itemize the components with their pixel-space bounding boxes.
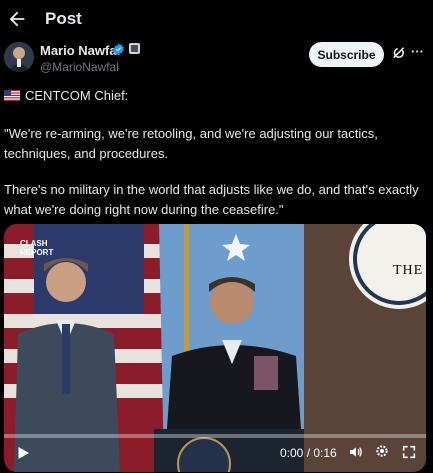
verified-badge-icon [113,43,124,56]
video-progress-bar[interactable] [4,434,426,438]
backdrop-sign-text: THE [393,263,424,278]
more-options-icon[interactable]: ··· [411,44,429,60]
video-timestamp: 0:00 / 0:16 [280,446,337,460]
author-name[interactable]: Mario Nawfal [40,43,120,58]
arrow-left-icon[interactable] [6,8,28,30]
post-text-quote1: "We're re-arming, we're retooling, and w… [4,126,378,161]
post-text-quote2: There's no military in the world that ad… [4,182,419,217]
gear-icon[interactable] [374,443,390,459]
author-handle[interactable]: @MarioNawfal [40,60,119,74]
top-bar: Post [0,0,433,38]
post-first-line: CENTCOM Chief: [4,88,128,103]
avatar[interactable] [4,42,34,72]
volume-icon[interactable] [348,444,364,460]
us-flag-icon [4,90,20,101]
subscribe-button[interactable]: Subscribe [309,42,384,67]
affiliation-badge-icon [129,43,140,54]
video-player[interactable]: CLASH REPORT THE 0:00 / 0:16 [4,224,426,472]
post-text-line1: CENTCOM Chief: [25,88,129,103]
fullscreen-icon[interactable] [401,444,417,460]
grok-icon[interactable] [391,45,407,61]
play-icon[interactable] [14,444,32,462]
video-watermark: CLASH REPORT [20,239,54,257]
page-title: Post [45,9,82,28]
